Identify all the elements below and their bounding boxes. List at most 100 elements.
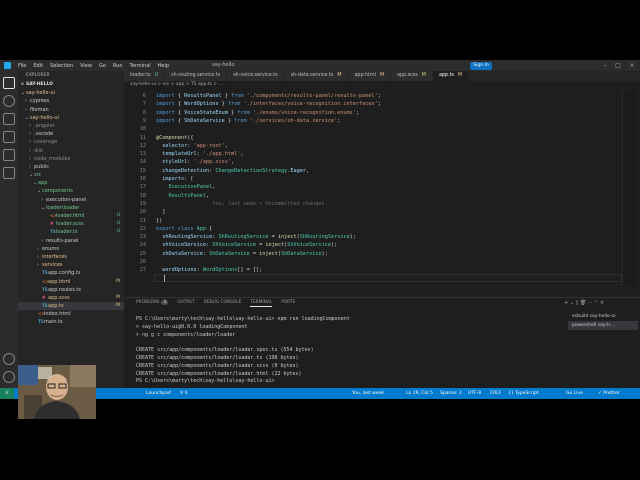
maximize-icon[interactable]: □ bbox=[613, 61, 623, 70]
tree-folder[interactable]: › fileman bbox=[18, 106, 124, 114]
menu-item-run[interactable]: Run bbox=[113, 63, 123, 69]
tree-file[interactable]: <>loader.html U bbox=[18, 212, 124, 220]
close-icon[interactable]: × bbox=[627, 61, 637, 70]
panel-tab-debug-console[interactable]: DEBUG CONSOLE bbox=[204, 300, 242, 307]
tab-status-badge: M bbox=[379, 73, 385, 78]
editor-tab[interactable]: loader.ts U bbox=[124, 71, 166, 81]
status-position[interactable]: Ln 19, Col 5 bbox=[406, 388, 433, 399]
editor-tab[interactable]: sh-data.service.ts M bbox=[284, 71, 349, 81]
account-icon[interactable] bbox=[3, 353, 15, 365]
tree-file[interactable]: TSapp.ts M bbox=[18, 302, 124, 311]
editor-tab[interactable]: app.scss M bbox=[391, 71, 433, 81]
tree-folder[interactable]: › results-panel bbox=[18, 237, 124, 245]
menu-item-go[interactable]: Go bbox=[99, 63, 106, 69]
editor-tab[interactable]: sh-routing.service.ts bbox=[165, 71, 228, 81]
tree-folder[interactable]: ⌄components bbox=[18, 187, 124, 195]
terminal-instance[interactable]: esbuild say-hello-ui bbox=[568, 312, 638, 321]
tree-file[interactable]: TSloader.ts U bbox=[18, 228, 124, 236]
code-text: ExecutionPanel, bbox=[156, 183, 216, 191]
code-token: wordOptions bbox=[162, 267, 197, 274]
tree-folder[interactable]: › interfaces bbox=[18, 253, 124, 261]
status-launchpad[interactable]: Launchpad bbox=[146, 388, 171, 399]
tree-folder[interactable]: › public bbox=[18, 163, 124, 171]
menu-item-file[interactable]: File bbox=[18, 63, 26, 69]
code-text: ResultsPanel, bbox=[156, 192, 210, 200]
title-bar: File Edit Selection View Go Run Terminal Help s… bbox=[0, 60, 640, 71]
code-text: import { ShDataService } from './service… bbox=[156, 117, 340, 125]
code-token: ); bbox=[321, 250, 328, 257]
tree-folder[interactable]: › .angular bbox=[18, 122, 124, 130]
minimap[interactable] bbox=[622, 90, 636, 286]
tree-item-label: fileman bbox=[30, 106, 49, 113]
menu-item-selection[interactable]: Selection bbox=[50, 63, 73, 69]
tree-file[interactable]: TSapp.routes.ts bbox=[18, 286, 124, 294]
code-token: './app.html' bbox=[202, 151, 241, 158]
panel-tab-output[interactable]: OUTPUT bbox=[177, 300, 195, 307]
breadcrumb[interactable]: say-hello-ui > src > app > TS app.ts > .… bbox=[130, 82, 223, 90]
tree-folder[interactable]: › .vscode bbox=[18, 130, 124, 138]
sign-in-button[interactable]: Sign In bbox=[470, 61, 492, 70]
editor-tab[interactable]: sh-voice.service.ts bbox=[227, 71, 285, 81]
status-eol[interactable]: CRLF bbox=[490, 388, 501, 399]
tree-folder[interactable]: ⌄say-hello-ui bbox=[18, 89, 124, 97]
panel-actions[interactable]: + ⌄ ▯ 🗑 ··· ⌃ × bbox=[564, 300, 604, 306]
terminal-line: PS C:\Users\marty\tech\say-hello\say-hel… bbox=[136, 316, 350, 322]
remote-explorer-icon[interactable] bbox=[3, 167, 15, 179]
tree-file[interactable]: <>index.html bbox=[18, 310, 124, 318]
tree-folder[interactable]: ⌄say-hello-ui bbox=[18, 114, 124, 122]
status-encoding[interactable]: UTF-8 bbox=[468, 388, 481, 399]
tree-folder[interactable]: › enums bbox=[18, 245, 124, 253]
source-control-icon[interactable] bbox=[3, 113, 15, 125]
tree-folder[interactable]: › cypress bbox=[18, 97, 124, 105]
menu-item-help[interactable]: Help bbox=[158, 63, 169, 69]
status-prettier[interactable]: ✓ Prettier bbox=[598, 388, 620, 399]
status-language[interactable]: {} TypeScript bbox=[508, 388, 539, 399]
menu-item-terminal[interactable]: Terminal bbox=[130, 63, 151, 69]
code-editor[interactable]: 6 import { ResultsPanel } from './compone… bbox=[124, 90, 640, 290]
explorer-icon[interactable] bbox=[3, 77, 15, 89]
tree-folder[interactable]: › execution-panel bbox=[18, 196, 124, 204]
tree-file[interactable]: # app.scss M bbox=[18, 294, 124, 302]
tree-folder[interactable]: › dist bbox=[18, 147, 124, 155]
tree-file[interactable]: TSmain.ts bbox=[18, 318, 124, 326]
run-debug-icon[interactable] bbox=[3, 131, 15, 143]
code-token: styleUrl bbox=[162, 159, 188, 166]
tree-file[interactable]: <>app.html M bbox=[18, 278, 124, 286]
editor-tab[interactable]: app.ts M bbox=[432, 71, 470, 81]
menu-item-view[interactable]: View bbox=[80, 63, 92, 69]
code-token: ShDataService bbox=[184, 117, 225, 124]
status-spaces[interactable]: Spaces: 2 bbox=[440, 388, 462, 399]
workspace-root[interactable]: v SAY-HELLO bbox=[18, 81, 124, 89]
code-text: styleUrl: './app.scss', bbox=[156, 158, 234, 166]
terminal-instance[interactable]: powershell say-h... bbox=[568, 321, 638, 330]
tree-file[interactable]: # loader.scss U bbox=[18, 220, 124, 228]
tree-folder[interactable]: › coverage bbox=[18, 138, 124, 146]
status-ports[interactable]: ⚲ 0 bbox=[180, 388, 188, 399]
settings-gear-icon[interactable] bbox=[3, 371, 15, 383]
tree-folder[interactable]: ⌄loader\loader bbox=[18, 204, 124, 212]
code-token: inject bbox=[259, 250, 278, 257]
code-token: selector bbox=[162, 142, 188, 149]
code-token: './enums/voice-recognition.enums' bbox=[252, 109, 356, 116]
panel-tab-problems[interactable]: PROBLEMS 3 bbox=[136, 300, 169, 307]
remote-indicator-icon[interactable]: ⟩⟨ bbox=[0, 388, 14, 399]
menu-item-edit[interactable]: Edit bbox=[33, 63, 43, 69]
minimize-icon[interactable]: – bbox=[600, 61, 610, 70]
panel-tab-terminal[interactable]: TERMINAL bbox=[250, 300, 273, 307]
editor-tab[interactable]: app.html M bbox=[348, 71, 392, 81]
code-token: ShDataService bbox=[280, 250, 322, 257]
extensions-icon[interactable] bbox=[3, 149, 15, 161]
tree-folder[interactable]: ⌄src bbox=[18, 171, 124, 179]
tree-item-label: say-hello-ui bbox=[30, 114, 59, 121]
status-blame[interactable]: You, last week bbox=[352, 388, 384, 399]
tree-folder[interactable]: ⌄app bbox=[18, 179, 124, 187]
tree-folder[interactable]: › services bbox=[18, 261, 124, 269]
terminal-output[interactable]: PS C:\Users\marty\tech\say-hello\say-hel… bbox=[136, 316, 556, 386]
terminal-line: CREATE src/app/components/loader/loader.… bbox=[136, 370, 302, 377]
tree-folder[interactable]: › node_modules bbox=[18, 155, 124, 163]
panel-tab-ports[interactable]: PORTS bbox=[281, 300, 295, 307]
status-go-live[interactable]: Go Live bbox=[566, 388, 583, 399]
search-icon[interactable] bbox=[3, 95, 15, 107]
tree-file[interactable]: TSapp.config.ts bbox=[18, 269, 124, 277]
